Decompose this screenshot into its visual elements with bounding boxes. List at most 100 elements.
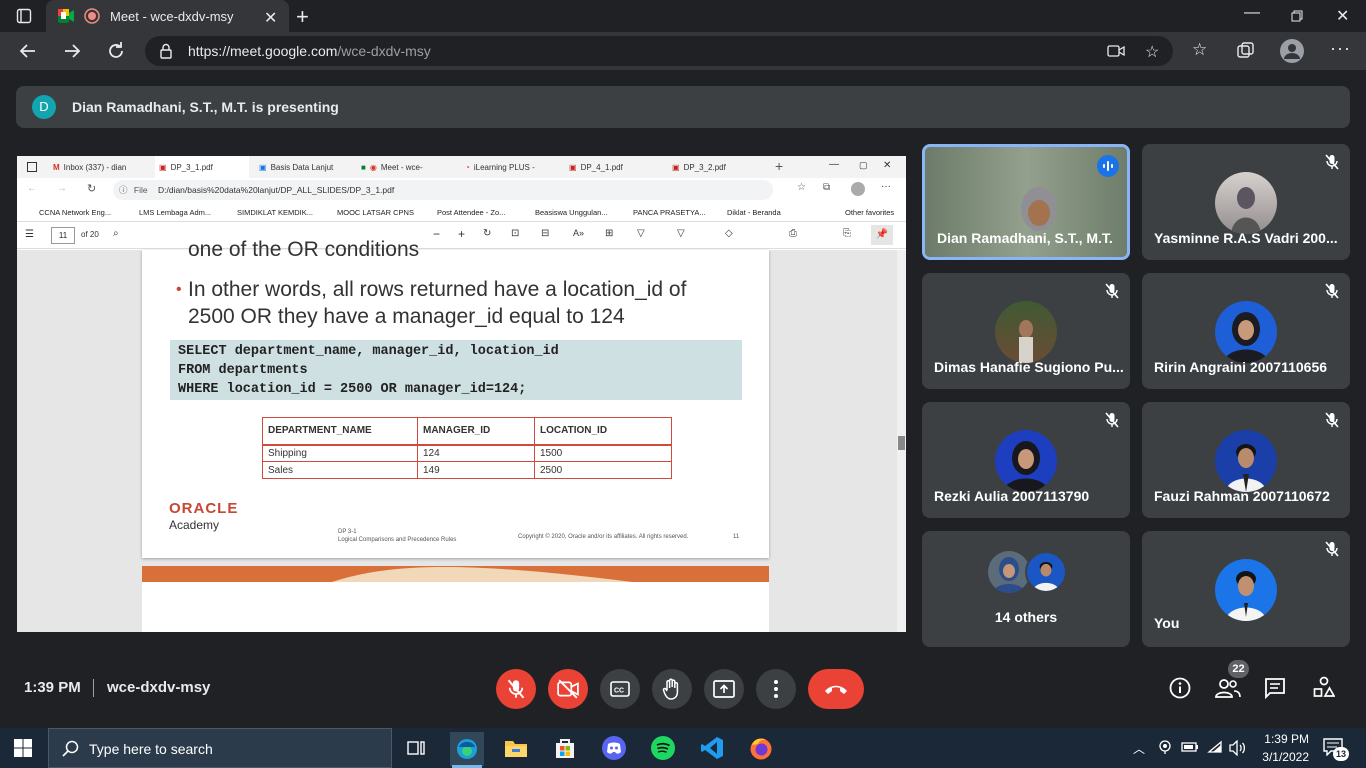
back-icon[interactable]: [18, 41, 38, 61]
vscode-icon[interactable]: [700, 736, 724, 760]
battery-icon[interactable]: [1181, 741, 1199, 753]
minimize-icon[interactable]: —: [1244, 4, 1260, 22]
taskbar-time[interactable]: 1:39 PM: [1261, 732, 1309, 746]
present-screen-button[interactable]: [704, 669, 744, 709]
bookmark-4: Post Attendee - Zo...: [437, 208, 506, 217]
table-header: DEPARTMENT_NAME: [262, 417, 418, 446]
activities-button[interactable]: [1313, 676, 1335, 698]
camera-toggle-button[interactable]: [548, 669, 588, 709]
shared-more-icon: ···: [881, 181, 891, 192]
browser-tab-bar: Meet - wce-dxdv-msy ✕ + — ✕: [0, 0, 1366, 32]
profile-avatar-icon[interactable]: [1280, 39, 1304, 63]
pdf-contents-icon: ☰: [25, 229, 34, 240]
camera-tray-icon[interactable]: [1157, 739, 1173, 755]
participant-tile-fauzi[interactable]: Fauzi Rahman 2007110672: [1142, 402, 1350, 518]
mic-off-icon: [1325, 412, 1339, 428]
captions-button[interactable]: CC: [600, 669, 640, 709]
address-toolbar: https://meet.google.com/wce-dxdv-msy ☆ ☆…: [0, 32, 1366, 70]
forward-icon[interactable]: [62, 41, 82, 61]
pdf-read-aloud-icon: A»: [573, 228, 585, 238]
volume-icon[interactable]: [1229, 740, 1247, 756]
avatar: [1215, 172, 1277, 234]
file-explorer-icon[interactable]: [504, 737, 528, 759]
pdf-save-as-icon: ⎘: [843, 228, 851, 239]
favorites-icon[interactable]: ☆: [1192, 40, 1207, 60]
mic-toggle-button[interactable]: [496, 669, 536, 709]
people-button[interactable]: [1215, 677, 1241, 699]
participant-tile-ririn[interactable]: Ririn Angraini 2007110656: [1142, 273, 1350, 389]
camera-in-use-icon[interactable]: [1107, 44, 1125, 58]
discord-icon[interactable]: [602, 736, 626, 760]
more-vert-icon: [774, 680, 778, 698]
meeting-details-button[interactable]: [1169, 677, 1191, 699]
store-icon[interactable]: [553, 736, 577, 760]
participant-name: Fauzi Rahman 2007110672: [1154, 488, 1330, 504]
camera-off-icon: [557, 679, 579, 699]
table-header: LOCATION_ID: [534, 417, 672, 446]
shared-tab-actions-icon: [27, 162, 37, 172]
participant-tile-yasminne[interactable]: Yasminne R.A.S Vadri 200...: [1142, 144, 1350, 260]
pdf-page-view-icon: ⊟: [541, 228, 550, 239]
taskbar-date[interactable]: 3/1/2022: [1257, 750, 1309, 764]
pdf-erase-icon: ◇: [725, 228, 733, 239]
add-favorite-icon[interactable]: ☆: [1145, 42, 1159, 62]
footer-title: Logical Comparisons and Precedence Rules: [338, 537, 457, 543]
wifi-icon[interactable]: [1207, 740, 1223, 754]
edge-app-icon[interactable]: [450, 732, 484, 766]
raise-hand-button[interactable]: [652, 669, 692, 709]
bookmark-5: Beasiswa Unggulan...: [535, 208, 608, 217]
participant-tile-rezki[interactable]: Rezki Aulia 2007113790: [922, 402, 1130, 518]
firefox-icon[interactable]: [749, 736, 773, 760]
pdf-page: one of the OR conditions • In other word…: [142, 238, 769, 558]
bookmark-6: PANCA PRASETYA...: [633, 208, 706, 217]
shared-url-field: ⓘ File D:/dian/basis%20data%20lanjut/DP_…: [113, 180, 773, 200]
refresh-icon[interactable]: [106, 41, 126, 61]
pdf-scroll-thumb[interactable]: [898, 436, 905, 450]
url-bar[interactable]: https://meet.google.com/wce-dxdv-msy ☆: [145, 36, 1173, 66]
participant-name: You: [1154, 615, 1180, 631]
pdf-add-text-icon: ⊞: [605, 228, 614, 239]
shared-collections-icon: ⧉: [823, 182, 831, 193]
chat-button[interactable]: [1264, 677, 1286, 699]
close-tab-icon[interactable]: ✕: [264, 8, 277, 28]
table-header: MANAGER_ID: [417, 417, 535, 446]
avatar: [1215, 430, 1277, 492]
pdf-rotate-icon: ↻: [483, 228, 492, 239]
participant-name: Rezki Aulia 2007113790: [934, 488, 1090, 504]
pdf-fit-icon: ⊡: [511, 228, 520, 239]
task-view-icon[interactable]: [407, 739, 425, 757]
shared-tab-inbox: M Inbox (337) - dian: [53, 162, 127, 172]
bookmark-1: LMS Lembaga Adm...: [139, 208, 212, 217]
participant-name: Ririn Angraini 2007110656: [1154, 359, 1328, 375]
bookmark-8: Other favorites: [845, 208, 895, 217]
avatar: [995, 430, 1057, 492]
participant-tile-you[interactable]: You: [1142, 531, 1350, 647]
pdf-print-icon: ⎙: [789, 228, 797, 239]
spotify-icon[interactable]: [651, 736, 675, 760]
sql-line-1: SELECT department_name, manager_id, loca…: [178, 344, 559, 359]
more-menu-icon[interactable]: ···: [1330, 38, 1351, 59]
start-button[interactable]: [14, 739, 32, 757]
windows-taskbar: Type here to search ︿ 1:39 PM 3/1/2022 1…: [0, 728, 1366, 768]
new-tab-icon[interactable]: +: [296, 4, 309, 30]
browser-tab-meet[interactable]: Meet - wce-dxdv-msy ✕: [46, 0, 289, 32]
avatar: [1215, 301, 1277, 363]
more-options-button[interactable]: [756, 669, 796, 709]
captions-icon: CC: [610, 681, 630, 697]
show-hidden-icons[interactable]: ︿: [1133, 740, 1145, 757]
collections-icon[interactable]: [1237, 42, 1255, 60]
tab-actions-icon[interactable]: [16, 8, 32, 24]
shared-refresh-icon: ↻: [87, 183, 97, 195]
participant-tile-others[interactable]: 14 others: [922, 531, 1130, 647]
taskbar-search-box[interactable]: Type here to search: [48, 728, 392, 768]
mic-off-icon: [1325, 154, 1339, 170]
participant-tile-dimas[interactable]: Dimas Hanafie Sugiono Pu...: [922, 273, 1130, 389]
mic-off-icon: [507, 679, 525, 699]
bookmark-0: CCNA Network Eng...: [39, 208, 112, 217]
pdf-scrollbar[interactable]: [897, 250, 906, 632]
participant-tile-dian[interactable]: Dian Ramadhani, S.T., M.T.: [922, 144, 1130, 260]
leave-call-button[interactable]: [808, 669, 864, 709]
close-window-icon[interactable]: ✕: [1336, 6, 1349, 26]
bookmark-7: Diklat - Beranda: [727, 208, 781, 217]
restore-icon[interactable]: [1291, 10, 1303, 22]
